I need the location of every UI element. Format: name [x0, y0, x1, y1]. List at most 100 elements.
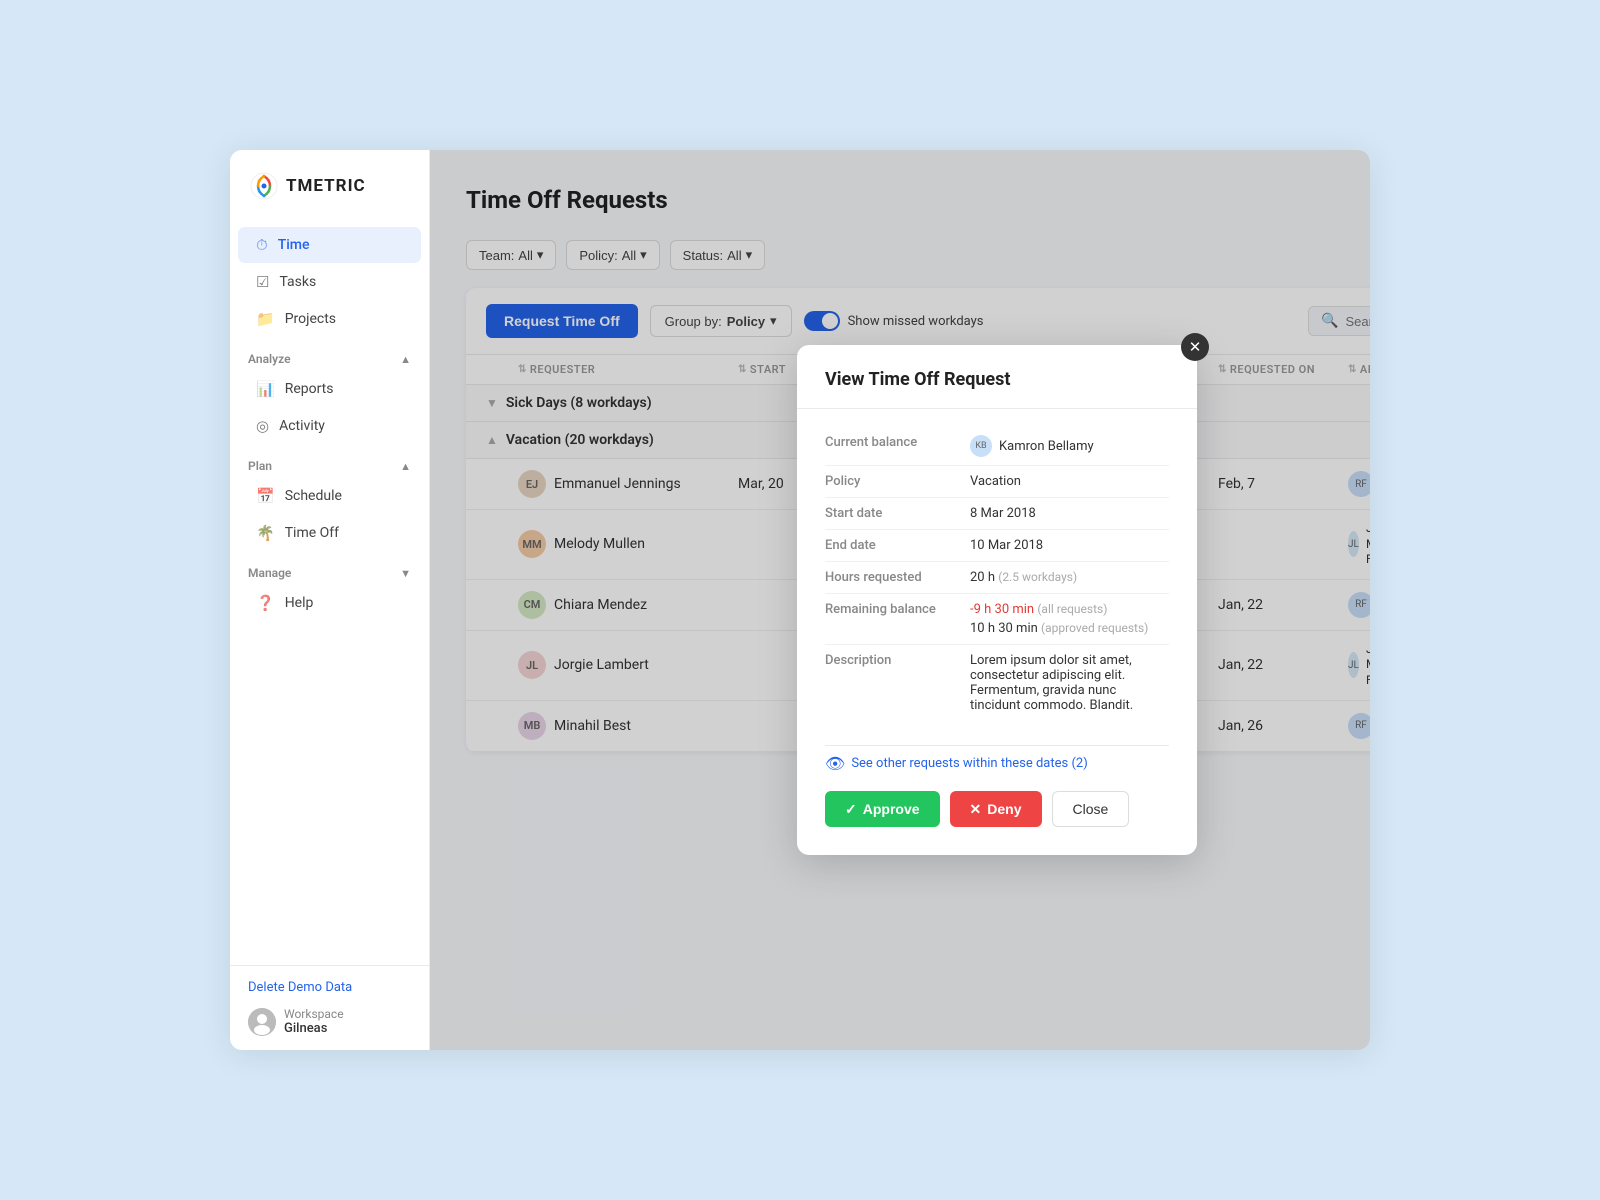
see-other-icon: 👁: [825, 754, 845, 773]
remaining-approved-suffix: (approved requests): [1041, 621, 1148, 635]
team-filter-chevron: ▾: [537, 247, 544, 263]
row3-approver: JL José Luis Juan Miguel Ángel Francisco…: [1348, 642, 1370, 689]
row4-approver-avatar: RF: [1348, 713, 1370, 739]
remaining-all: -9 h 30 min (all requests): [970, 602, 1169, 617]
detail-balance-label: Current balance: [825, 435, 970, 457]
balance-user-name: Kamron Bellamy: [999, 439, 1094, 454]
page-title: Time Off Requests: [466, 186, 668, 214]
plan-section-header[interactable]: Plan ▲: [230, 445, 429, 477]
analyze-section-header[interactable]: Analyze ▲: [230, 338, 429, 370]
sidebar-nav: ⏱ Time ☑ Tasks 📁 Projects Analyze ▲ 📊 Re…: [230, 218, 429, 965]
row2-requester: CM Chiara Mendez: [518, 591, 738, 619]
col-requested-on[interactable]: ⇅ REQUESTED ON: [1218, 363, 1348, 376]
time-icon: ⏱: [256, 236, 268, 254]
row0-requested-on: Feb, 7: [1218, 476, 1348, 492]
workspace-row: Workspace Gilneas: [248, 1007, 411, 1036]
detail-row-start: Start date 8 Mar 2018: [825, 498, 1169, 530]
sidebar-item-timeoff[interactable]: 🌴 Time Off: [238, 515, 421, 551]
sidebar-item-help[interactable]: ❓ Help: [238, 585, 421, 621]
detail-end-value: 10 Mar 2018: [970, 538, 1169, 553]
row2-approver-avatar: RF: [1348, 592, 1370, 618]
manage-section-header[interactable]: Manage ▼: [230, 552, 429, 584]
detail-hours-label: Hours requested: [825, 570, 970, 585]
detail-remaining-label: Remaining balance: [825, 602, 970, 636]
col-requester-arrows: ⇅: [518, 364, 527, 375]
detail-table: Current balance KB Kamron Bellamy Policy…: [825, 427, 1169, 721]
sidebar-item-time-label: Time: [278, 237, 310, 253]
search-input[interactable]: [1345, 314, 1370, 329]
row2-approver: RF Ronald Forster: [1348, 592, 1370, 618]
see-other-label: See other requests within these dates (2…: [851, 756, 1087, 771]
sidebar-item-time[interactable]: ⏱ Time: [238, 227, 421, 263]
manage-chevron: ▼: [400, 567, 411, 580]
col-expand: [486, 363, 518, 376]
sidebar-logo: TMETRIC: [230, 150, 429, 218]
main-content: Time Off Requests 📅 Current Year Team: A…: [430, 150, 1370, 1050]
view-timeoff-modal: ✕ View Time Off Request Current balance …: [797, 345, 1197, 855]
col-requester[interactable]: ⇅ REQUESTER: [518, 363, 738, 376]
row1-approver-name: José Luis Juan Miguel Ángel Francisco Je…: [1366, 521, 1370, 568]
detail-hours-value: 20 h (2.5 workdays): [970, 570, 1169, 585]
sidebar-item-projects[interactable]: 📁 Projects: [238, 301, 421, 337]
sidebar-item-schedule-label: Schedule: [285, 488, 342, 504]
detail-row-policy: Policy Vacation: [825, 466, 1169, 498]
workspace-avatar: [248, 1008, 276, 1036]
deny-button[interactable]: ✕ Deny: [950, 791, 1042, 827]
tmetric-logo-icon: [250, 172, 278, 200]
toggle-label: Show missed workdays: [848, 314, 984, 329]
activity-icon: ◎: [256, 417, 269, 435]
approve-button[interactable]: ✓ Approve: [825, 791, 940, 827]
close-button[interactable]: Close: [1052, 791, 1130, 827]
policy-filter-label: Policy:: [579, 248, 617, 263]
detail-row-remaining: Remaining balance -9 h 30 min (all reque…: [825, 594, 1169, 645]
sidebar-item-timeoff-label: Time Off: [285, 525, 339, 541]
row1-avatar: MM: [518, 530, 546, 558]
status-filter-value: All: [727, 248, 741, 263]
approve-icon: ✓: [845, 801, 857, 818]
detail-balance-value: KB Kamron Bellamy: [970, 435, 1169, 457]
vacation-label: Vacation (20 workdays): [506, 432, 654, 448]
row0-avatar: EJ: [518, 470, 546, 498]
status-filter[interactable]: Status: All ▾: [670, 240, 765, 270]
detail-row-end: End date 10 Mar 2018: [825, 530, 1169, 562]
search-input-wrap: 🔍: [1308, 306, 1370, 336]
row2-avatar: CM: [518, 591, 546, 619]
col-approver[interactable]: ⇅ APPROVER: [1348, 363, 1370, 376]
group-by-button[interactable]: Group by: Policy ▾: [650, 305, 792, 337]
help-icon: ❓: [256, 594, 275, 612]
remaining-all-suffix: (all requests): [1037, 602, 1107, 616]
delete-demo-link[interactable]: Delete Demo Data: [248, 980, 411, 995]
groupby-value: Policy: [727, 314, 765, 329]
see-other-requests-link[interactable]: 👁 See other requests within these dates …: [825, 745, 1169, 773]
sidebar-item-help-label: Help: [285, 595, 314, 611]
sidebar-bottom: Delete Demo Data Workspace Gilneas: [230, 965, 429, 1050]
reports-icon: 📊: [256, 380, 275, 398]
timeoff-icon: 🌴: [256, 524, 275, 542]
team-filter[interactable]: Team: All ▾: [466, 240, 556, 270]
groupby-label: Group by:: [665, 314, 722, 329]
toggle-row: Show missed workdays: [804, 311, 984, 331]
row1-approver: JL José Luis Juan Miguel Ángel Francisco…: [1348, 521, 1370, 568]
sidebar-item-schedule[interactable]: 📅 Schedule: [238, 478, 421, 514]
modal-close-button[interactable]: ✕: [1181, 333, 1209, 361]
sidebar-item-tasks[interactable]: ☑ Tasks: [238, 264, 421, 300]
row4-requested-on: Jan, 26: [1218, 718, 1348, 734]
request-time-off-button[interactable]: Request Time Off: [486, 304, 638, 338]
col-start-arrows: ⇅: [738, 364, 747, 375]
row0-approver-avatar: RF: [1348, 471, 1370, 497]
row3-requester: JL Jorgie Lambert: [518, 651, 738, 679]
row4-avatar: MB: [518, 712, 546, 740]
detail-start-label: Start date: [825, 506, 970, 521]
sidebar-item-activity[interactable]: ◎ Activity: [238, 408, 421, 444]
groupby-chevron: ▾: [770, 313, 777, 329]
analyze-chevron: ▲: [400, 353, 411, 366]
policy-filter[interactable]: Policy: All ▾: [566, 240, 659, 270]
row2-requester-name: Chiara Mendez: [554, 597, 647, 613]
row0-requester: EJ Emmanuel Jennings: [518, 470, 738, 498]
balance-user-avatar: KB: [970, 435, 992, 457]
sidebar-item-reports[interactable]: 📊 Reports: [238, 371, 421, 407]
modal-header: View Time Off Request: [797, 345, 1197, 409]
col-requested-arrows: ⇅: [1218, 364, 1227, 375]
show-missed-toggle[interactable]: [804, 311, 840, 331]
sick-days-label: Sick Days (8 workdays): [506, 395, 652, 411]
